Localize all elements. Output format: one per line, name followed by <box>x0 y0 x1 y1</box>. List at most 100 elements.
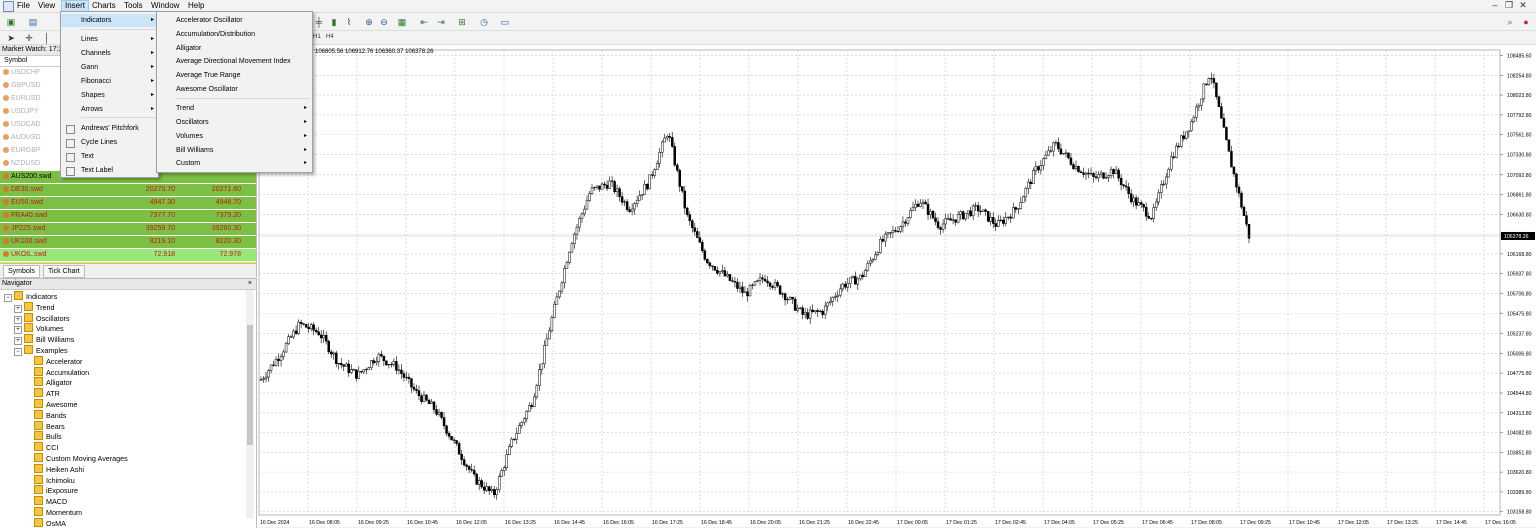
indicators-menu-item[interactable]: Average Directional Movement Index <box>157 55 312 68</box>
autoscroll-icon[interactable]: ⇥ <box>434 15 448 29</box>
line-chart-icon[interactable]: ⌇ <box>342 15 356 29</box>
insert-menu-item[interactable]: Arrows ▸ <box>61 103 158 116</box>
expand-icon[interactable]: + <box>14 337 22 346</box>
tab-symbols[interactable]: Symbols <box>3 265 40 278</box>
expand-icon[interactable]: + <box>14 326 22 335</box>
insert-menu-item[interactable]: Indicators ▸ <box>61 14 158 27</box>
zoom-out-icon[interactable]: ⊖ <box>377 15 391 29</box>
templates-icon[interactable]: ▭ <box>498 15 512 29</box>
bar-chart-icon[interactable]: ╪ <box>312 15 326 29</box>
tree-item[interactable]: iExposure <box>0 485 256 496</box>
indicators-menu-item[interactable]: Awesome Oscillator <box>157 83 312 96</box>
column-symbol[interactable]: Symbol <box>4 56 27 66</box>
menu-file[interactable]: File <box>14 1 33 11</box>
minimize-icon[interactable]: – <box>1488 0 1502 10</box>
insert-menu-item[interactable]: Shapes ▸ <box>61 89 158 102</box>
restore-icon[interactable]: ❐ <box>1502 0 1516 11</box>
insert-menu-item[interactable]: Fibonacci ▸ <box>61 75 158 88</box>
indicators-menu-item[interactable]: Bill Williams ▸ <box>157 144 312 157</box>
chart-shift-icon[interactable]: ⇤ <box>417 15 431 29</box>
indicators-icon[interactable]: ⊞ <box>455 15 469 29</box>
tree-item[interactable]: Custom Moving Averages <box>0 452 256 464</box>
search-icon[interactable]: ⌕ <box>1503 15 1517 29</box>
market-watch-row[interactable]: JP225.swd 39259.70 39260.30 <box>0 223 256 236</box>
indicators-menu-item[interactable]: Alligator <box>157 42 312 55</box>
insert-menu-item[interactable]: Channels ▸ <box>61 47 158 60</box>
candlestick-icon[interactable]: ▮ <box>327 15 341 29</box>
insert-menu-item[interactable]: Text <box>61 150 158 163</box>
indicators-menu-item[interactable]: Oscillators ▸ <box>157 116 312 129</box>
tree-item[interactable]: MACD <box>0 496 256 507</box>
expand-icon[interactable]: + <box>14 304 22 313</box>
candle-body <box>941 223 945 230</box>
tree-item[interactable]: Heiken Ashi <box>0 463 256 475</box>
market-watch-row[interactable]: FRA40.swd 7377.70 7379.20 <box>0 210 256 223</box>
tree-item[interactable]: Bulls <box>0 431 256 442</box>
indicators-menu-item[interactable]: Accumulation/Distribution <box>157 28 312 41</box>
tree-group[interactable]: + Oscillators <box>0 312 256 324</box>
candle-body <box>1034 166 1038 171</box>
market-watch-row[interactable]: UK100.swd 8219.10 8220.30 <box>0 236 256 249</box>
tree-item[interactable]: Accumulation <box>0 366 256 378</box>
timeframe-h1[interactable]: H1 <box>313 34 321 40</box>
bid-cell: 39259.70 <box>145 225 175 232</box>
navigator-scrollbar[interactable] <box>246 290 254 518</box>
close-icon[interactable]: ✕ <box>1516 0 1530 11</box>
vertical-line-icon[interactable]: │ <box>40 31 54 45</box>
tree-item[interactable]: CCI <box>0 442 256 453</box>
indicators-menu-item[interactable]: Accelerator Oscillator <box>157 14 312 27</box>
candle-body <box>1107 175 1110 178</box>
insert-menu-item[interactable]: Lines ▸ <box>61 33 158 46</box>
tree-item[interactable]: Accelerator <box>0 355 256 367</box>
menu-view[interactable]: View <box>35 1 58 11</box>
tree-group[interactable]: + Trend <box>0 301 256 313</box>
insert-menu-item[interactable]: Andrews' Pitchfork <box>61 122 158 135</box>
zoom-in-icon[interactable]: ⊕ <box>362 15 376 29</box>
close-icon[interactable]: × <box>248 279 252 289</box>
tree-item[interactable]: Awesome <box>0 398 256 410</box>
chart-window[interactable]: 108485.60 108254.80 108023.80 107792.80 1075… <box>257 45 1536 527</box>
new-chart-icon[interactable]: ▣ <box>4 15 18 29</box>
menu-window[interactable]: Window <box>148 1 182 11</box>
notifications-icon[interactable]: ● <box>1519 15 1533 29</box>
tree-item[interactable]: Bands <box>0 409 256 421</box>
indicators-menu-item[interactable]: Trend ▸ <box>157 102 312 115</box>
tree-item[interactable]: Ichimoku <box>0 474 256 486</box>
menu-tools[interactable]: Tools <box>121 1 146 11</box>
tab-tick-chart[interactable]: Tick Chart <box>43 265 85 278</box>
candle-body <box>638 195 641 201</box>
insert-menu-item[interactable]: Text Label <box>61 164 158 177</box>
tile-windows-icon[interactable]: ▦ <box>395 15 409 29</box>
candle-body <box>826 302 829 307</box>
indicators-menu-item[interactable]: Average True Range <box>157 69 312 82</box>
tree-item[interactable]: OsMA <box>0 517 256 528</box>
tree-group[interactable]: − Examples <box>0 344 256 356</box>
menu-charts[interactable]: Charts <box>89 1 119 11</box>
market-watch-row[interactable]: EU50.swd 4947.30 4948.70 <box>0 197 256 210</box>
app-icon[interactable] <box>3 1 14 12</box>
cursor-icon[interactable]: ➤ <box>4 31 18 45</box>
tree-item[interactable]: Momentum <box>0 506 256 518</box>
tree-root-indicators[interactable]: − Indicators <box>0 291 256 302</box>
collapse-icon[interactable]: − <box>4 294 12 302</box>
indicators-menu-item[interactable]: Volumes ▸ <box>157 130 312 143</box>
menu-help[interactable]: Help <box>185 1 207 11</box>
insert-menu-item[interactable]: Gann ▸ <box>61 61 158 74</box>
insert-menu-item[interactable]: Cycle Lines <box>61 136 158 149</box>
expand-icon[interactable]: + <box>14 315 22 324</box>
tree-item[interactable]: ATR <box>0 388 256 399</box>
scrollbar-thumb[interactable] <box>247 325 253 445</box>
crosshair-icon[interactable]: ✛ <box>22 31 36 45</box>
tree-group[interactable]: + Volumes <box>0 323 256 335</box>
price-chart[interactable]: 108485.60 108254.80 108023.80 107792.80 1075… <box>257 45 1536 527</box>
tree-item[interactable]: Alligator <box>0 377 256 388</box>
tree-group[interactable]: + Bill Williams <box>0 334 256 346</box>
timeframe-h4[interactable]: H4 <box>326 34 334 40</box>
tree-item[interactable]: Bears <box>0 420 256 432</box>
periods-icon[interactable]: ◷ <box>477 15 491 29</box>
profiles-icon[interactable]: ▤ <box>26 15 40 29</box>
market-watch-row[interactable]: UKOIL.swd 72.918 72.978 <box>0 249 256 262</box>
indicators-menu-item[interactable]: Custom ▸ <box>157 157 312 170</box>
collapse-icon[interactable]: − <box>14 347 22 356</box>
market-watch-row[interactable]: DE30.swd 20270.70 20271.60 <box>0 184 256 197</box>
